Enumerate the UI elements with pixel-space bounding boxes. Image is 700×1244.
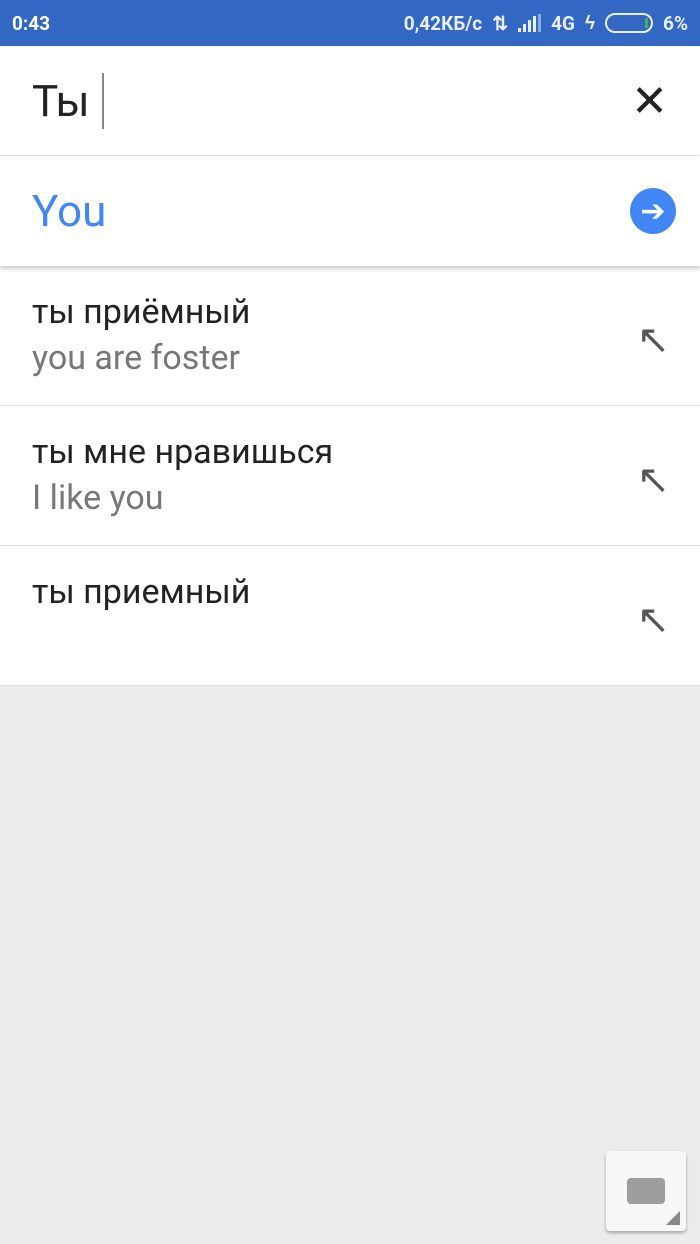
list-item[interactable]: ты приёмный you are foster ↖ bbox=[0, 266, 700, 406]
suggestion-translation: you are foster bbox=[32, 338, 241, 378]
data-transfer-icon: ⇅ bbox=[492, 11, 509, 35]
keyboard-icon bbox=[627, 1178, 665, 1204]
network-type: 4G bbox=[551, 11, 575, 35]
clock: 0:43 bbox=[12, 11, 51, 35]
net-speed: 0,42КБ/с bbox=[403, 11, 483, 35]
suggestion-translation: I like you bbox=[32, 478, 164, 518]
search-bar[interactable]: Ты ✕ bbox=[0, 46, 700, 156]
translation-text: You bbox=[32, 185, 107, 237]
suggestion-source: ты приёмный bbox=[32, 292, 251, 332]
signal-icon bbox=[518, 14, 542, 32]
search-input[interactable]: Ты bbox=[32, 75, 90, 127]
suggestion-list: ты приёмный you are foster ↖ ты мне нрав… bbox=[0, 266, 700, 686]
battery-percent: 6% bbox=[663, 11, 688, 35]
translation-result[interactable]: You ➔ bbox=[0, 156, 700, 266]
arrow-right-icon[interactable]: ➔ bbox=[630, 188, 676, 234]
keyboard-button[interactable] bbox=[606, 1151, 686, 1231]
battery-icon bbox=[605, 13, 654, 33]
suggestion-source: ты мне нравишься bbox=[32, 432, 334, 472]
suggestion-source: ты приемный bbox=[32, 572, 251, 612]
text-cursor bbox=[101, 72, 104, 129]
arrow-up-left-icon[interactable]: ↖ bbox=[636, 456, 670, 503]
charging-icon: ϟ bbox=[584, 11, 596, 34]
list-item[interactable]: ты мне нравишься I like you ↖ bbox=[0, 406, 700, 546]
list-item[interactable]: ты приемный ↖ bbox=[0, 546, 700, 686]
close-icon[interactable]: ✕ bbox=[631, 75, 668, 127]
arrow-up-left-icon[interactable]: ↖ bbox=[636, 316, 670, 363]
arrow-up-left-icon[interactable]: ↖ bbox=[636, 596, 670, 643]
corner-triangle-icon bbox=[666, 1211, 680, 1225]
status-bar: 0:43 0,42КБ/с ⇅ 4G ϟ 6% bbox=[0, 0, 700, 46]
